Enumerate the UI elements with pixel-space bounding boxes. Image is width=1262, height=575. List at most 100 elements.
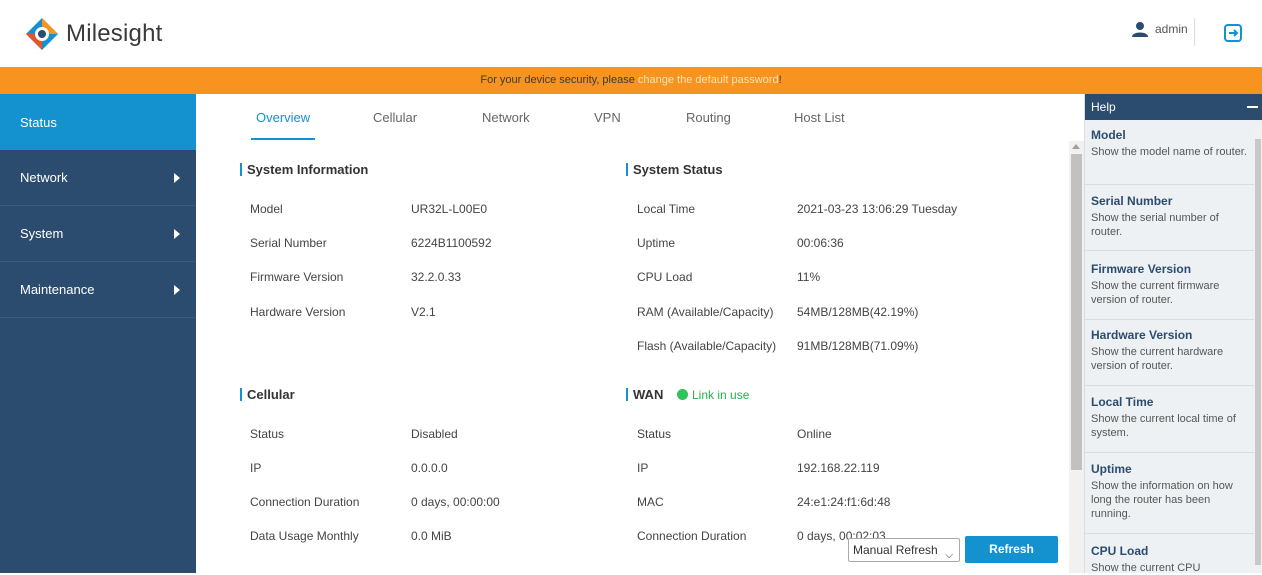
info-label: Model bbox=[250, 202, 283, 216]
cellular-label: Data Usage Monthly bbox=[250, 529, 359, 543]
info-value: UR32L-L00E0 bbox=[411, 202, 488, 216]
sidebar-item-status[interactable]: Status bbox=[0, 94, 196, 150]
cellular-label: Status bbox=[250, 427, 285, 441]
cellular-value: 0 days, 00:00:00 bbox=[411, 495, 500, 509]
info-value: V2.1 bbox=[411, 305, 436, 319]
wan-label: Status bbox=[637, 427, 672, 441]
wan-label: MAC bbox=[637, 495, 664, 509]
info-label: Hardware Version bbox=[250, 305, 346, 319]
help-item-desc: Show the current local time of system. bbox=[1091, 413, 1236, 439]
tab-network[interactable]: Network bbox=[482, 110, 530, 125]
wan-label: Connection Duration bbox=[637, 529, 747, 543]
sidebar-item-label: System bbox=[20, 226, 64, 241]
sidebar-item-network[interactable]: Network bbox=[0, 150, 196, 206]
info-label: Firmware Version bbox=[250, 270, 344, 284]
logo[interactable]: Milesight bbox=[24, 16, 163, 52]
wan-value: 192.168.22.119 bbox=[797, 461, 880, 475]
status-label: Uptime bbox=[637, 236, 676, 250]
status-value: 00:06:36 bbox=[797, 236, 844, 250]
refresh-mode-select[interactable]: Manual Refresh ⌵ bbox=[848, 538, 960, 562]
wan-value: Online bbox=[797, 427, 832, 441]
tab-bar: Overview Cellular Network VPN Routing Ho… bbox=[196, 94, 1084, 142]
chevron-right-icon bbox=[174, 285, 180, 295]
help-item-title: Firmware Version bbox=[1091, 262, 1192, 276]
minimize-icon[interactable] bbox=[1247, 106, 1258, 108]
active-tab-indicator bbox=[251, 138, 315, 140]
help-item-title: Serial Number bbox=[1091, 194, 1173, 208]
help-item: Model Show the model name of router. bbox=[1085, 128, 1255, 185]
status-value: 91MB/128MB(71.09%) bbox=[797, 339, 919, 353]
wan-link-status: Link in use bbox=[677, 388, 749, 402]
help-item-title: Uptime bbox=[1091, 462, 1132, 476]
tab-routing[interactable]: Routing bbox=[686, 110, 731, 125]
sidebar-item-label: Network bbox=[20, 170, 68, 185]
tab-vpn[interactable]: VPN bbox=[594, 110, 621, 125]
help-item: Firmware Version Show the current firmwa… bbox=[1085, 262, 1255, 320]
help-item-desc: Show the model name of router. bbox=[1091, 146, 1247, 158]
help-item: CPU Load Show the current CPU bbox=[1085, 544, 1255, 574]
chevron-right-icon bbox=[174, 229, 180, 239]
chevron-right-icon bbox=[174, 173, 180, 183]
help-scrollbar[interactable] bbox=[1254, 125, 1262, 573]
wan-label: IP bbox=[637, 461, 649, 475]
tab-host-list[interactable]: Host List bbox=[794, 110, 845, 125]
tab-cellular[interactable]: Cellular bbox=[373, 110, 417, 125]
sidebar-item-maintenance[interactable]: Maintenance bbox=[0, 262, 196, 318]
tab-overview[interactable]: Overview bbox=[256, 110, 310, 125]
status-value: 54MB/128MB(42.19%) bbox=[797, 305, 919, 319]
cellular-value: Disabled bbox=[411, 427, 458, 441]
logout-icon[interactable] bbox=[1222, 22, 1244, 44]
status-value: 11% bbox=[797, 270, 821, 284]
info-value: 6224B1100592 bbox=[411, 236, 492, 250]
cellular-value: 0.0 MiB bbox=[411, 529, 452, 543]
help-item-title: Local Time bbox=[1091, 395, 1154, 409]
refresh-button[interactable]: Refresh bbox=[965, 536, 1058, 563]
milesight-logo-icon bbox=[26, 18, 58, 50]
scroll-up-arrow-icon[interactable] bbox=[1072, 144, 1080, 149]
status-dot-icon bbox=[677, 389, 688, 400]
status-label: RAM (Available/Capacity) bbox=[637, 305, 774, 319]
change-password-link[interactable]: change the default password bbox=[638, 74, 779, 86]
sidebar-item-system[interactable]: System bbox=[0, 206, 196, 262]
security-banner: For your device security, please change … bbox=[0, 67, 1262, 94]
cellular-value: 0.0.0.0 bbox=[411, 461, 448, 475]
wan-value: 24:e1:24:f1:6d:48 bbox=[797, 495, 891, 509]
help-item-desc: Show the serial number of router. bbox=[1091, 212, 1219, 238]
section-title-cellular: Cellular bbox=[240, 387, 295, 402]
help-item-desc: Show the current hardware version of rou… bbox=[1091, 346, 1224, 372]
help-item: Serial Number Show the serial number of … bbox=[1085, 194, 1255, 251]
help-item-desc: Show the current firmware version of rou… bbox=[1091, 280, 1220, 306]
header-divider bbox=[1194, 18, 1195, 46]
section-title-wan: WAN bbox=[626, 387, 663, 402]
help-item-title: CPU Load bbox=[1091, 544, 1149, 558]
help-item: Local Time Show the current local time o… bbox=[1085, 395, 1255, 453]
help-item-desc: Show the information on how long the rou… bbox=[1091, 480, 1233, 520]
help-item: Uptime Show the information on how long … bbox=[1085, 462, 1255, 534]
status-label: Local Time bbox=[637, 202, 696, 216]
sidebar: Status Network System Maintenance bbox=[0, 94, 196, 573]
status-value: 2021-03-23 13:06:29 Tuesday bbox=[797, 202, 958, 216]
user-icon bbox=[1132, 22, 1148, 37]
help-header: Help bbox=[1085, 94, 1262, 120]
chevron-down-icon: ⌵ bbox=[945, 550, 953, 561]
username: admin bbox=[1155, 22, 1188, 36]
help-item: Hardware Version Show the current hardwa… bbox=[1085, 328, 1255, 386]
banner-text: For your device security, please bbox=[480, 74, 638, 86]
section-title-system-information: System Information bbox=[240, 162, 368, 177]
header: Milesight admin bbox=[0, 0, 1262, 67]
refresh-mode-value: Manual Refresh bbox=[853, 543, 938, 557]
info-value: 32.2.0.33 bbox=[411, 270, 462, 284]
content-scrollbar[interactable] bbox=[1069, 141, 1084, 573]
cellular-label: IP bbox=[250, 461, 262, 475]
content-scrollbar-thumb[interactable] bbox=[1071, 154, 1082, 470]
help-title: Help bbox=[1091, 100, 1116, 114]
help-scrollbar-thumb[interactable] bbox=[1255, 139, 1261, 565]
logo-text: Milesight bbox=[66, 20, 163, 47]
status-label: Flash (Available/Capacity) bbox=[637, 339, 777, 353]
help-item-title: Model bbox=[1091, 128, 1126, 142]
user-menu[interactable]: admin bbox=[1131, 21, 1188, 37]
sidebar-item-label: Maintenance bbox=[20, 282, 95, 297]
sidebar-item-label: Status bbox=[20, 114, 57, 130]
wan-link-status-text: Link in use bbox=[692, 388, 750, 402]
info-label: Serial Number bbox=[250, 236, 327, 250]
